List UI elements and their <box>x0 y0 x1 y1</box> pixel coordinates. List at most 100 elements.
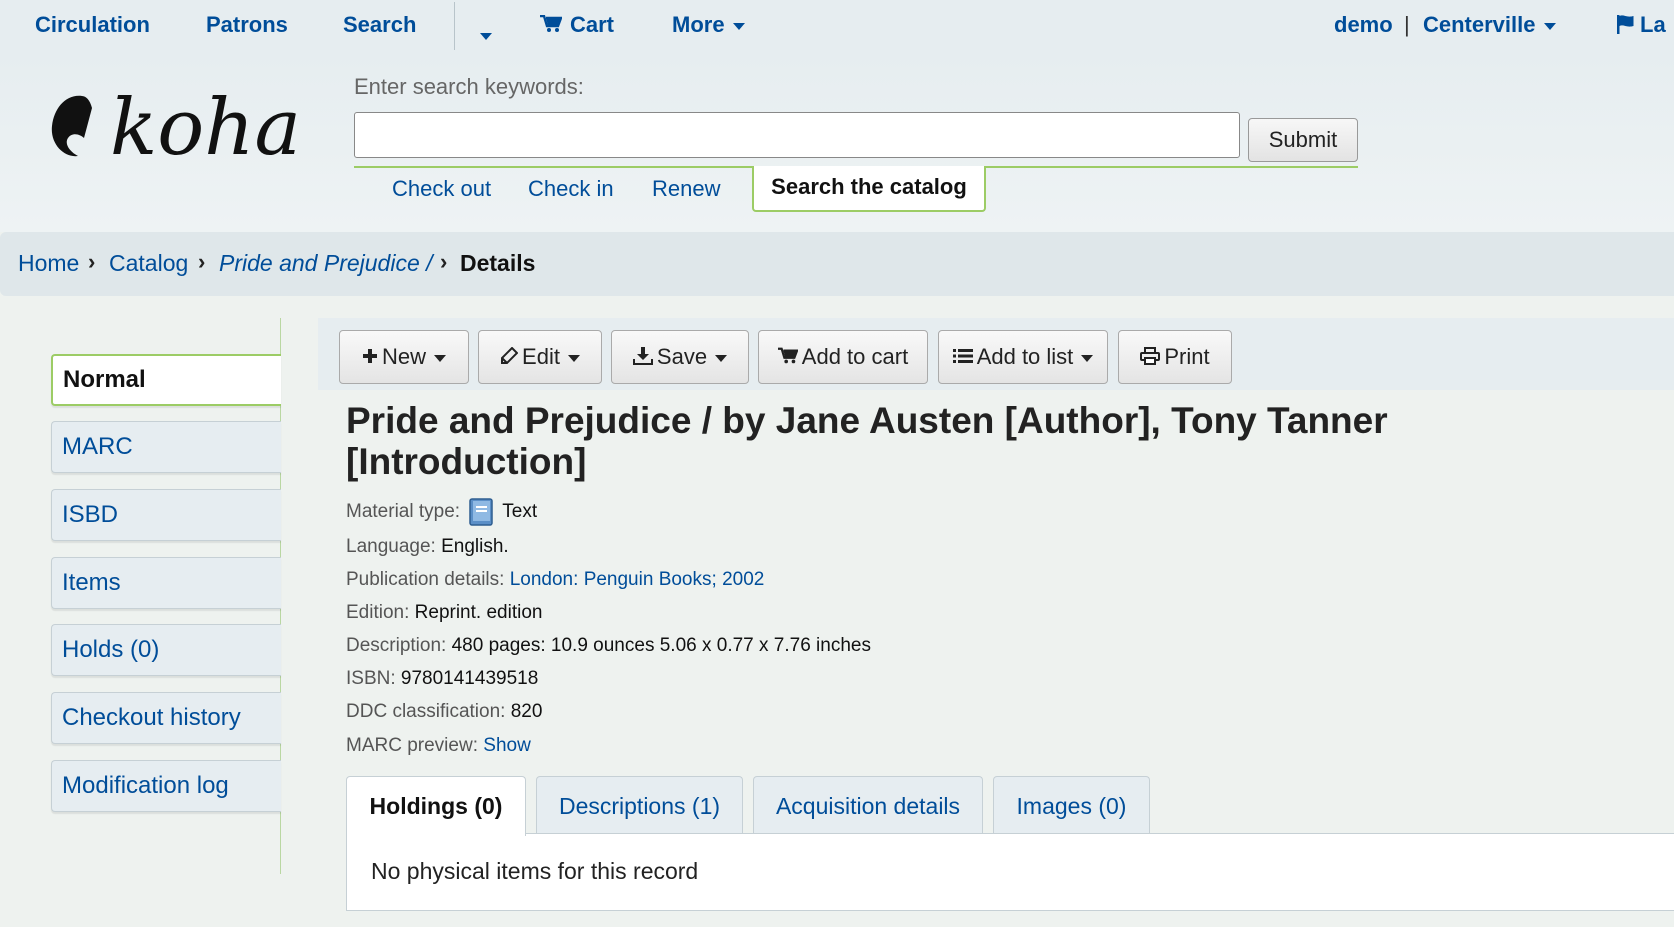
top-navbar: Circulation Patrons Search Cart More dem… <box>0 0 1674 52</box>
tab-holdings[interactable]: Holdings (0) <box>346 776 526 836</box>
search-dropdown-toggle[interactable] <box>472 22 492 48</box>
material-type-row: Material type: Text <box>346 498 537 526</box>
printer-icon <box>1140 347 1161 366</box>
toolbar: New Edit Save Add to cart Add to list Pr… <box>318 318 1674 390</box>
save-button-label: Save <box>656 344 708 369</box>
nav-divider <box>454 2 455 50</box>
ddc-row: DDC classification: 820 <box>346 701 542 723</box>
sidebar-item-isbd[interactable]: ISBD <box>51 489 281 541</box>
record-title: Pride and Prejudice / by Jane Austen [Au… <box>346 400 1388 482</box>
nav-circulation[interactable]: Circulation <box>35 12 150 38</box>
publication-place-link[interactable]: London: <box>510 569 579 590</box>
material-type-value: Text <box>502 501 538 523</box>
sidebar-item-marc[interactable]: MARC <box>51 421 281 473</box>
publication-row: Publication details: London: Penguin Boo… <box>346 569 764 591</box>
edit-button[interactable]: Edit <box>478 330 602 384</box>
header: koha Enter search keywords: Submit Check… <box>0 52 1674 232</box>
book-icon <box>469 498 494 526</box>
edit-button-label: Edit <box>522 344 560 369</box>
cart-icon <box>540 14 563 32</box>
nav-library[interactable]: Centerville <box>1423 12 1556 38</box>
publication-label: Publication details: <box>346 569 505 590</box>
no-items-message: No physical items for this record <box>371 858 699 884</box>
chevron-down-icon <box>732 22 745 30</box>
nav-library-label: Centerville <box>1423 12 1536 37</box>
nav-language[interactable]: La <box>1616 12 1666 38</box>
new-button[interactable]: New <box>339 330 469 384</box>
chevron-down-icon <box>715 354 728 362</box>
publication-year-link[interactable]: 2002 <box>722 569 764 590</box>
chevron-down-icon <box>480 32 492 40</box>
ddc-value: 820 <box>510 701 543 722</box>
submit-button[interactable]: Submit <box>1248 118 1358 162</box>
tab-search-catalog[interactable]: Search the catalog <box>752 166 986 212</box>
chevron-down-icon <box>434 354 446 362</box>
tab-descriptions[interactable]: Descriptions (1) <box>536 776 743 834</box>
isbn-row: ISBN: 9780141439518 <box>346 668 538 690</box>
cart-icon <box>777 347 799 364</box>
print-button-label: Print <box>1164 344 1210 369</box>
add-to-cart-button[interactable]: Add to cart <box>758 330 928 384</box>
nav-cart[interactable]: Cart <box>540 12 614 38</box>
tab-images[interactable]: Images (0) <box>993 776 1150 834</box>
nav-search[interactable]: Search <box>343 12 416 38</box>
koha-logo[interactable]: koha <box>46 82 306 182</box>
nav-language-label: La <box>1640 12 1666 37</box>
tab-check-out[interactable]: Check out <box>392 176 491 202</box>
nav-separator: | <box>1404 12 1410 37</box>
tab-check-in[interactable]: Check in <box>528 176 614 202</box>
search-input[interactable] <box>354 112 1240 158</box>
nav-cart-label: Cart <box>570 12 615 37</box>
holdings-panel: No physical items for this record <box>346 833 1674 911</box>
tab-acquisition-details[interactable]: Acquisition details <box>753 776 983 834</box>
sidebar-item-normal[interactable]: Normal <box>51 354 281 406</box>
plus-icon <box>362 349 377 364</box>
search-label: Enter search keywords: <box>354 74 584 99</box>
print-button[interactable]: Print <box>1118 330 1232 384</box>
breadcrumb-home[interactable]: Home <box>18 250 79 277</box>
breadcrumb-current: Details <box>460 250 536 276</box>
marc-preview-show-link[interactable]: Show <box>483 735 531 756</box>
breadcrumb-separator: › <box>198 249 206 274</box>
description-row: Description: 480 pages: 10.9 ounces 5.06… <box>346 635 871 657</box>
material-type-label: Material type: <box>346 501 461 523</box>
marc-preview-row: MARC preview: Show <box>346 735 531 757</box>
isbn-value: 9780141439518 <box>400 668 539 689</box>
chevron-down-icon <box>1543 22 1556 30</box>
nav-user[interactable]: demo <box>1334 12 1393 38</box>
edition-value: Reprint. edition <box>414 602 543 623</box>
nav-more-label: More <box>672 12 725 37</box>
chevron-down-icon <box>567 354 580 362</box>
nav-more[interactable]: More <box>672 12 745 38</box>
flag-icon <box>1617 15 1634 34</box>
list-icon <box>952 349 973 364</box>
isbn-label: ISBN: <box>346 668 396 689</box>
add-to-list-label: Add to list <box>976 344 1074 369</box>
ddc-label: DDC classification: <box>346 701 506 722</box>
language-label: Language: <box>346 536 436 557</box>
sidebar-item-items[interactable]: Items <box>51 557 281 609</box>
new-button-label: New <box>381 344 426 369</box>
language-row: Language: English. <box>346 536 509 558</box>
breadcrumb-separator: › <box>440 249 448 274</box>
save-button[interactable]: Save <box>611 330 749 384</box>
sidebar-item-holds[interactable]: Holds (0) <box>51 624 281 676</box>
tab-renew[interactable]: Renew <box>652 176 720 202</box>
breadcrumb-separator: › <box>88 249 96 274</box>
sidebar-item-modification-log[interactable]: Modification log <box>51 760 281 812</box>
edition-label: Edition: <box>346 602 410 623</box>
breadcrumb-record[interactable]: Pride and Prejudice / <box>219 250 433 277</box>
language-value: English. <box>441 536 509 557</box>
edition-row: Edition: Reprint. edition <box>346 602 542 624</box>
chevron-down-icon <box>1081 354 1094 362</box>
description-label: Description: <box>346 635 447 656</box>
pencil-icon <box>501 346 519 365</box>
breadcrumb-catalog[interactable]: Catalog <box>109 250 188 277</box>
breadcrumb: Home › Catalog › Pride and Prejudice / ›… <box>0 232 1674 296</box>
download-icon <box>632 347 653 366</box>
publisher-link[interactable]: Penguin Books; <box>584 569 717 590</box>
sidebar-item-checkout-history[interactable]: Checkout history <box>51 692 281 744</box>
add-to-list-button[interactable]: Add to list <box>938 330 1108 384</box>
nav-patrons[interactable]: Patrons <box>206 12 288 38</box>
description-value: 480 pages: 10.9 ounces 5.06 x 0.77 x 7.7… <box>451 635 871 656</box>
